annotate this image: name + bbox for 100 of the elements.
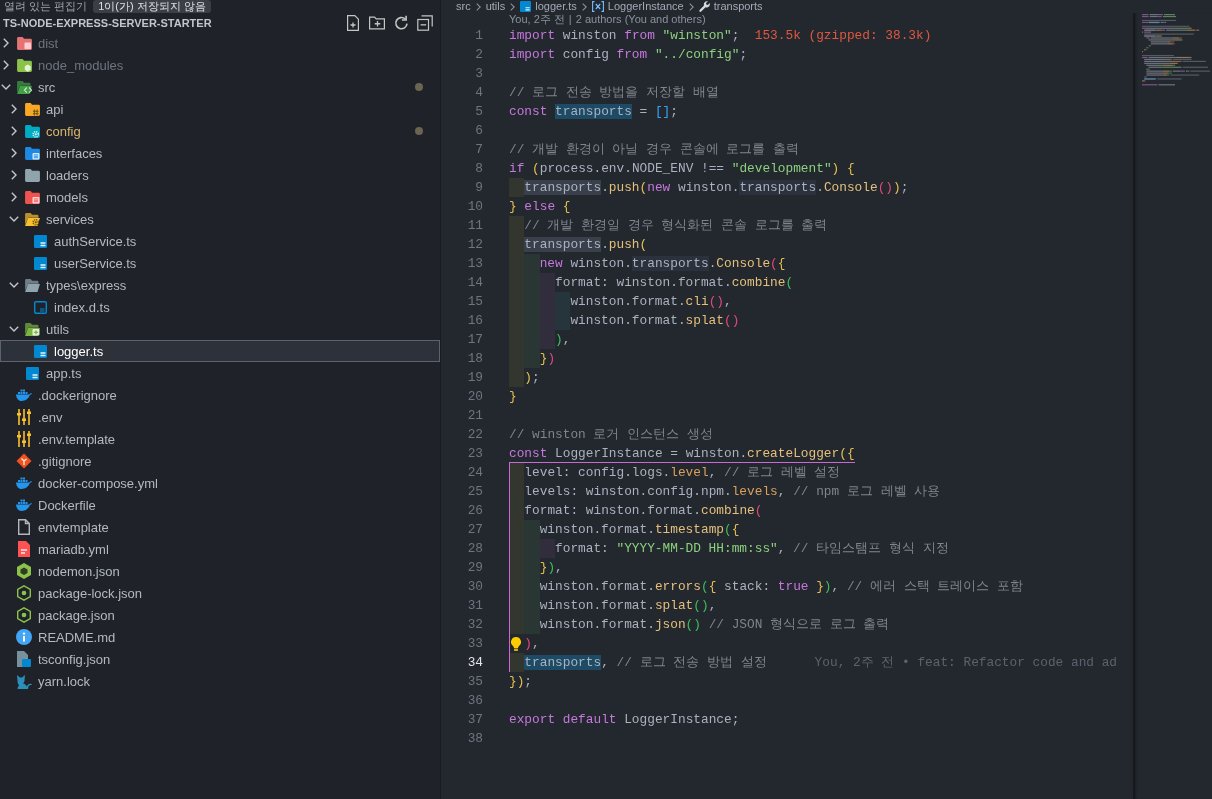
file-item[interactable]: authService.ts bbox=[0, 230, 440, 252]
chevron-icon[interactable] bbox=[11, 104, 17, 114]
code-line: format: winston.format.combine( bbox=[509, 273, 794, 292]
chevron-icon bbox=[475, 2, 481, 11]
breadcrumb-item[interactable]: transports bbox=[698, 0, 763, 13]
line-number: 29 bbox=[466, 559, 483, 577]
whale-icon bbox=[16, 477, 32, 489]
file-item[interactable]: Dockerfile bbox=[0, 494, 440, 516]
code-line: const transports = []; bbox=[509, 103, 678, 121]
code-line: import config from "../config"; bbox=[509, 46, 748, 64]
codelens-link[interactable]: 2 authors (You and others) bbox=[575, 13, 706, 26]
import-size-label: 153.5k (gzipped: 38.3k) bbox=[754, 28, 932, 43]
file-item[interactable]: package.json bbox=[0, 604, 440, 626]
breadcrumb-item[interactable]: src bbox=[456, 0, 471, 13]
line-number: 38 bbox=[466, 730, 483, 748]
file-item[interactable]: .gitignore bbox=[0, 450, 440, 472]
code-line: const LoggerInstance = winston.createLogger({ bbox=[509, 445, 855, 463]
folder-icon bbox=[24, 190, 40, 204]
code-line: winston.format.splat(), bbox=[509, 596, 717, 615]
refresh-icon[interactable] bbox=[393, 14, 409, 31]
chevron-icon[interactable] bbox=[9, 326, 19, 332]
chevron-icon[interactable] bbox=[9, 282, 19, 288]
open-folder-icon bbox=[16, 80, 32, 94]
code-line: ); bbox=[509, 368, 540, 387]
code-line: levels: winston.config.npm.levels, // npm 로그 레벨 사용 bbox=[509, 482, 941, 501]
folder-item[interactable]: types\express bbox=[0, 274, 440, 296]
folder-item[interactable]: models bbox=[0, 186, 440, 208]
code-line: export default LoggerInstance; bbox=[509, 711, 740, 729]
blame-annotation: You, 2주 전 • feat: Refactor code and ad bbox=[814, 654, 1118, 671]
folder-item[interactable]: services bbox=[0, 208, 440, 230]
chevron-icon bbox=[510, 2, 516, 11]
hexagon-outline-icon bbox=[17, 585, 31, 601]
chevron-icon[interactable] bbox=[11, 148, 17, 158]
code-line: new winston.transports.Console({ bbox=[509, 254, 786, 273]
line-number: 15 bbox=[466, 293, 483, 311]
line-number: 10 bbox=[466, 198, 483, 216]
folder-item[interactable]: interfaces bbox=[0, 142, 440, 164]
whale-icon bbox=[16, 389, 32, 401]
chevron-icon bbox=[581, 2, 587, 11]
folder-item[interactable]: utils bbox=[0, 318, 440, 340]
file-tile-icon bbox=[25, 366, 39, 380]
variable-symbol-icon bbox=[591, 1, 604, 12]
code-line: // winston 로거 인스턴스 생성 bbox=[509, 426, 713, 444]
file-item[interactable]: .env bbox=[0, 406, 440, 428]
breadcrumb-item[interactable]: LoggerInstance bbox=[591, 0, 684, 13]
info-icon bbox=[16, 629, 32, 645]
file-item[interactable]: README.md bbox=[0, 626, 440, 648]
line-number: 24 bbox=[466, 464, 483, 482]
new-folder-icon[interactable] bbox=[369, 14, 385, 31]
line-number: 6 bbox=[474, 122, 483, 140]
section-title[interactable]: 열려 있는 편집기 bbox=[4, 0, 88, 13]
file-item[interactable]: logger.ts bbox=[0, 340, 440, 362]
sliders-icon bbox=[17, 431, 31, 447]
folder-item[interactable]: src bbox=[0, 76, 440, 98]
chevron-icon[interactable] bbox=[11, 126, 17, 136]
new-file-icon[interactable] bbox=[345, 14, 361, 31]
breadcrumb-item[interactable]: logger.ts bbox=[520, 0, 577, 13]
file-item[interactable]: index.d.ts bbox=[0, 296, 440, 318]
folder-item[interactable]: config bbox=[0, 120, 440, 142]
chevron-icon[interactable] bbox=[11, 192, 17, 202]
file-item[interactable]: nodemon.json bbox=[0, 560, 440, 582]
document-icon bbox=[18, 541, 30, 557]
file-item[interactable]: docker-compose.yml bbox=[0, 472, 440, 494]
line-number: 1 bbox=[474, 27, 483, 45]
chevron-icon[interactable] bbox=[1, 84, 11, 90]
code-line: }) bbox=[509, 349, 556, 368]
file-item[interactable]: .dockerignore bbox=[0, 384, 440, 406]
code-line: }); bbox=[509, 673, 533, 691]
line-number: 17 bbox=[466, 331, 483, 349]
codelens-link[interactable]: You, 2주 전 bbox=[509, 13, 565, 26]
file-item[interactable]: tsconfig.json bbox=[0, 648, 440, 670]
folder-item[interactable]: api bbox=[0, 98, 440, 120]
file-item[interactable]: app.ts bbox=[0, 362, 440, 384]
file-icon bbox=[18, 519, 30, 535]
code-line: format: "YYYY-MM-DD HH:mm:ss", // 타임스탬프 형식 지정 bbox=[509, 539, 949, 558]
folder-item[interactable]: loaders bbox=[0, 164, 440, 186]
line-number: 16 bbox=[466, 312, 483, 330]
file-item[interactable]: package-lock.json bbox=[0, 582, 440, 604]
lightbulb-icon[interactable] bbox=[511, 636, 521, 651]
file-tile-icon bbox=[33, 234, 47, 248]
chevron-icon[interactable] bbox=[11, 170, 17, 180]
file-item[interactable]: userService.ts bbox=[0, 252, 440, 274]
collapse-all-icon[interactable] bbox=[417, 14, 433, 31]
line-number: 35 bbox=[466, 673, 483, 691]
line-number: 19 bbox=[466, 369, 483, 387]
chevron-icon[interactable] bbox=[3, 38, 9, 48]
chevron-icon[interactable] bbox=[9, 216, 19, 222]
chevron-icon[interactable] bbox=[3, 60, 9, 70]
file-item[interactable]: envtemplate bbox=[0, 516, 440, 538]
code-line: winston.format.splat() bbox=[509, 311, 740, 330]
folder-icon bbox=[24, 124, 40, 138]
hexagon-outline-icon bbox=[17, 607, 31, 623]
open-folder-icon bbox=[24, 278, 40, 292]
file-item[interactable]: mariadb.yml bbox=[0, 538, 440, 560]
folder-icon bbox=[16, 58, 32, 72]
file-item[interactable]: .env.template bbox=[0, 428, 440, 450]
project-title[interactable]: TS-NODE-EXPRESS-SERVER-STARTER bbox=[3, 16, 212, 29]
folder-icon bbox=[24, 168, 40, 182]
breadcrumb-item[interactable]: utils bbox=[485, 0, 506, 13]
file-item[interactable]: yarn.lock bbox=[0, 670, 440, 692]
